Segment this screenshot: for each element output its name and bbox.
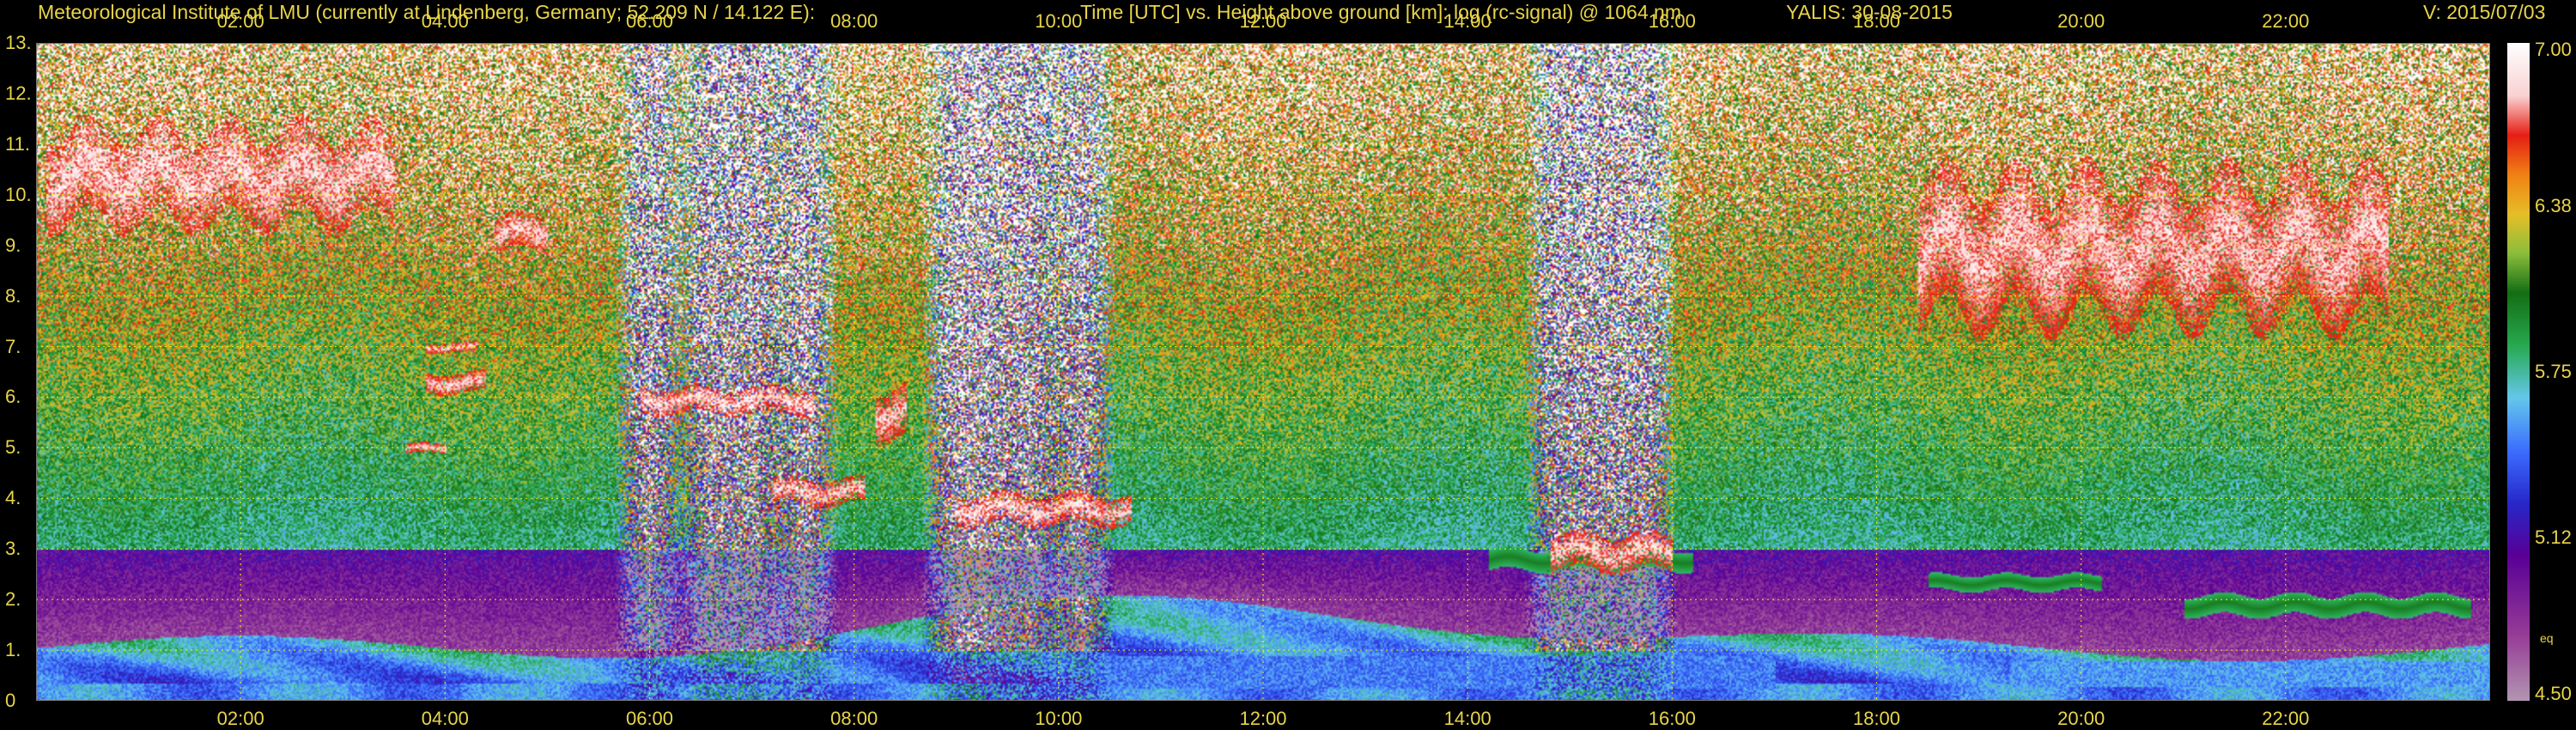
x-tick-label: 08:00 — [830, 708, 878, 729]
x-tick-label: 18:00 — [1852, 708, 1901, 729]
x-tick-label: 16:00 — [1648, 10, 1696, 32]
x-tick-label: 20:00 — [2057, 10, 2105, 32]
x-tick-label: 20:00 — [2057, 708, 2105, 729]
y-tick-label: 12. — [5, 82, 32, 104]
x-tick-label: 12:00 — [1239, 708, 1287, 729]
x-tick-label: 14:00 — [1443, 708, 1492, 729]
x-tick-label: 14:00 — [1443, 10, 1492, 32]
x-tick-label: 18:00 — [1852, 10, 1901, 32]
y-tick-label: 9. — [5, 234, 21, 256]
colorbar-tick-label: 6.38 — [2535, 194, 2572, 216]
x-tick-label: 22:00 — [2262, 708, 2310, 729]
x-tick-label: 04:00 — [421, 708, 469, 729]
y-tick-label: 0 — [5, 690, 16, 711]
y-tick-label: 10. — [5, 183, 32, 205]
x-tick-label: 10:00 — [1035, 10, 1083, 32]
colorbar-small-label: eq — [2540, 631, 2554, 645]
y-tick-label: 6. — [5, 386, 21, 408]
y-tick-label: 13. — [5, 32, 32, 53]
y-tick-label: 8. — [5, 284, 21, 307]
y-tick-label: 1. — [5, 639, 21, 661]
colorbar-tick-label: 7.00 — [2535, 39, 2572, 60]
colorbar — [2507, 43, 2530, 701]
x-tick-label: 10:00 — [1035, 708, 1083, 729]
y-tick-label: 11. — [5, 132, 30, 155]
y-tick-label: 2. — [5, 588, 21, 611]
x-tick-label: 12:00 — [1239, 10, 1287, 32]
plot-grid — [36, 43, 2490, 701]
y-tick-label: 5. — [5, 436, 21, 459]
y-tick-label: 7. — [5, 335, 21, 357]
y-tick-label: 3. — [5, 538, 21, 560]
header-chart-title: Time [UTC] vs. Height above ground [km]:… — [1080, 1, 1681, 23]
x-tick-label: 16:00 — [1648, 708, 1696, 729]
y-tick-label: 4. — [5, 487, 21, 509]
x-tick-label: 06:00 — [625, 708, 674, 729]
x-tick-label: 08:00 — [830, 10, 878, 32]
header-version: V: 2015/07/03 — [2423, 1, 2546, 23]
x-tick-label: 22:00 — [2262, 10, 2310, 32]
colorbar-tick-label: 5.12 — [2535, 526, 2572, 549]
colorbar-tick-label: 5.75 — [2535, 361, 2572, 382]
x-tick-label: 02:00 — [216, 10, 264, 32]
x-tick-label: 04:00 — [421, 10, 469, 32]
x-tick-label: 06:00 — [625, 10, 674, 32]
colorbar-tick-label: 4.50 — [2535, 683, 2572, 704]
x-tick-label: 02:00 — [216, 708, 264, 729]
